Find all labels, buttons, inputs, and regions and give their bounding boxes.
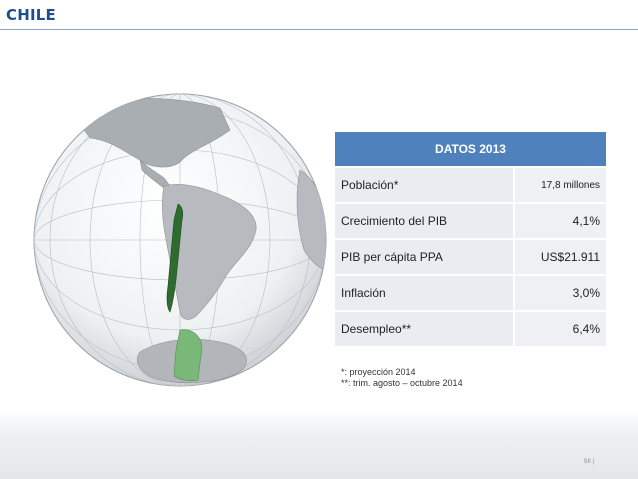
footnotes: *: proyección 2014 **: trim. agosto – oc…: [341, 367, 463, 389]
footnote-desempleo: **: trim. agosto – octubre 2014: [341, 378, 463, 388]
row-label-desempleo: Desempleo**: [335, 310, 513, 346]
table-row: Desempleo** 6,4%: [335, 310, 606, 346]
globe-map: [33, 93, 327, 387]
data-table: DATOS 2013 Población* 17,8 millones Crec…: [335, 132, 606, 346]
row-value-pib-per-capita: US$21.911: [513, 238, 606, 274]
row-value-poblacion: 17,8 millones: [513, 166, 606, 202]
row-label-poblacion: Población*: [335, 166, 513, 202]
slide-title: CHILE: [6, 6, 56, 24]
row-value-inflacion: 3,0%: [513, 274, 606, 310]
row-label-pib-per-capita: PIB per cápita PPA: [335, 238, 513, 274]
row-value-crecimiento-pib: 4,1%: [513, 202, 606, 238]
footer-band: [0, 410, 638, 479]
footer-tag: SII |: [583, 459, 594, 465]
footnote-poblacion: *: proyección 2014: [341, 367, 416, 377]
table-row: Inflación 3,0%: [335, 274, 606, 310]
table-header: DATOS 2013: [335, 132, 606, 166]
row-value-desempleo: 6,4%: [513, 310, 606, 346]
table-row: Crecimiento del PIB 4,1%: [335, 202, 606, 238]
table-row: PIB per cápita PPA US$21.911: [335, 238, 606, 274]
row-label-crecimiento-pib: Crecimiento del PIB: [335, 202, 513, 238]
title-divider: [0, 29, 638, 30]
row-label-inflacion: Inflación: [335, 274, 513, 310]
table-row: Población* 17,8 millones: [335, 166, 606, 202]
